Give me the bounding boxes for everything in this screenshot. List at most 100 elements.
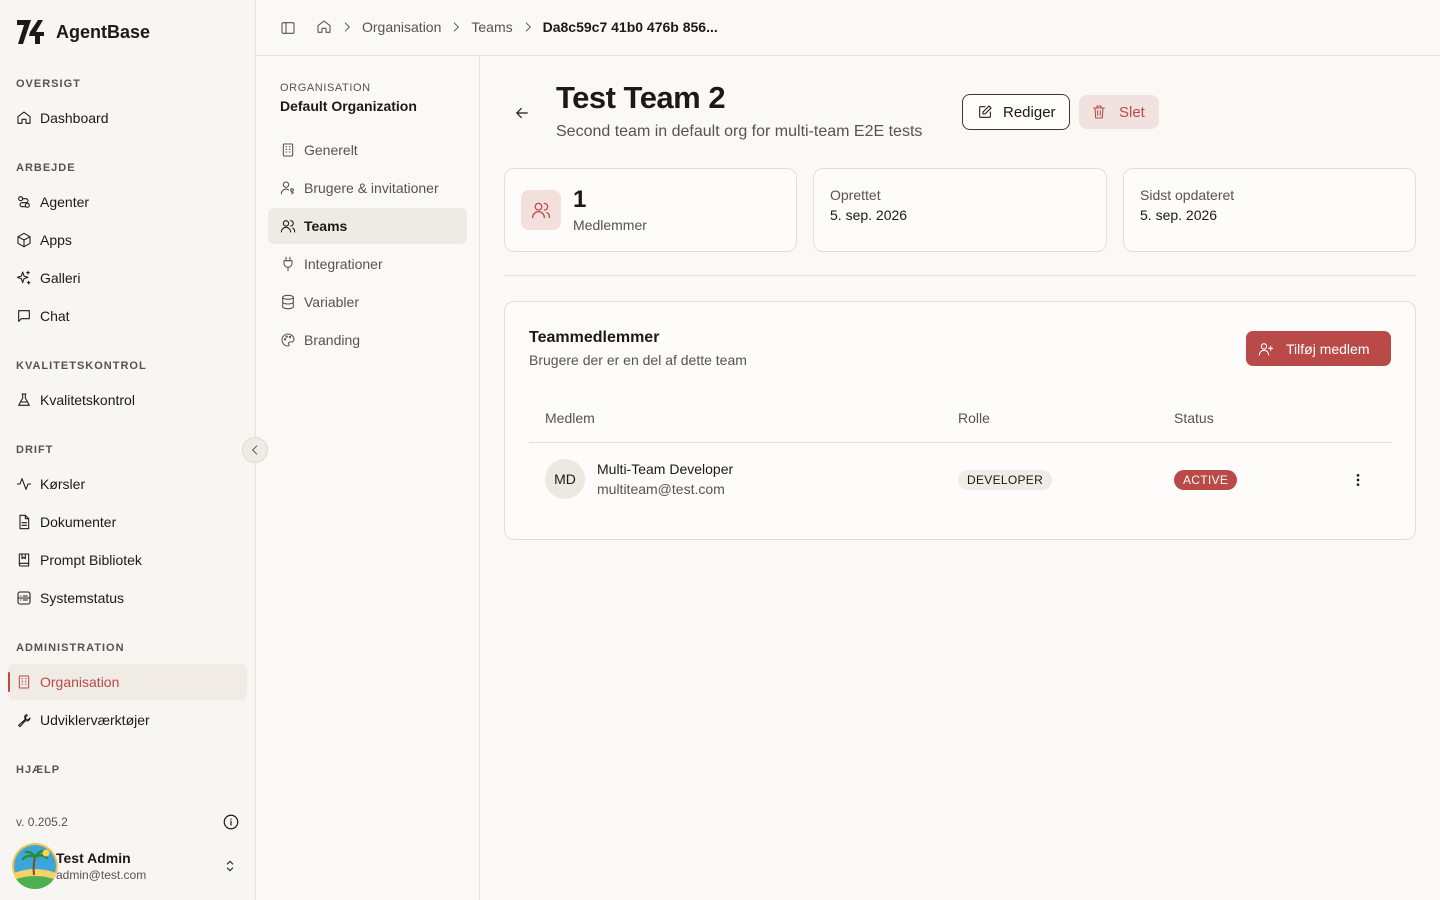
section-label-hjaelp: HJÆLP (16, 764, 61, 776)
sparkles-icon (16, 270, 32, 286)
org-nav-label: Variabler (304, 294, 359, 310)
agentbase-logo-icon (17, 20, 44, 44)
sidebar-item-kvalitetskontrol[interactable]: Kvalitetskontrol (8, 382, 247, 418)
breadcrumb-current: Da8c59c7 41b0 476b 856... (542, 19, 718, 35)
member-email: multiteam@test.com (597, 481, 725, 497)
sidebar-item-label: Organisation (40, 674, 120, 690)
stat-card-updated: Sidst opdateret 5. sep. 2026 (1123, 168, 1416, 252)
chevron-right-icon (521, 20, 535, 34)
org-nav-label: Generelt (304, 142, 358, 158)
sidebar-item-udviklervaerktojer[interactable]: Udviklerværktøjer (8, 702, 247, 738)
collapse-sidebar-button[interactable] (242, 437, 268, 463)
sidebar: AgentBase OVERSIGT Dashboard ARBEJDE Age… (0, 0, 256, 900)
add-member-button[interactable]: Tilføj medlem (1246, 331, 1391, 366)
sidebar-item-prompt-bibliotek[interactable]: Prompt Bibliotek (8, 542, 247, 578)
add-member-label: Tilføj medlem (1286, 340, 1370, 357)
building-icon (280, 142, 296, 158)
section-label-oversigt: OVERSIGT (16, 78, 81, 90)
org-nav-overline: ORGANISATION (280, 82, 371, 94)
edit-button-label: Rediger (1003, 103, 1056, 121)
org-nav-label: Teams (304, 218, 348, 234)
org-nav-item-brugere[interactable]: Brugere & invitationer (268, 170, 467, 206)
sidebar-item-label: Kvalitetskontrol (40, 392, 135, 408)
users-icon (521, 190, 561, 230)
edit-button[interactable]: Rediger (962, 94, 1070, 130)
org-nav-label: Integrationer (304, 256, 383, 272)
sidebar-item-agenter[interactable]: Agenter (8, 184, 247, 220)
user-key-icon (280, 180, 296, 196)
members-count: 1 (573, 186, 587, 213)
sidebar-item-label: Kørsler (40, 476, 86, 492)
team-members-card: Teammedlemmer Brugere der er en del af d… (504, 301, 1416, 540)
back-arrow-icon[interactable] (512, 103, 532, 123)
members-label: Medlemmer (573, 217, 647, 233)
activity-icon (16, 476, 32, 492)
brand[interactable]: AgentBase (16, 18, 150, 46)
organisation-nav: ORGANISATION Default Organization Genere… (256, 56, 480, 900)
sidebar-item-dokumenter[interactable]: Dokumenter (8, 504, 247, 540)
panel-toggle-icon[interactable] (280, 20, 296, 36)
stat-card-members: 1 Medlemmer (504, 168, 797, 252)
sidebar-item-apps[interactable]: Apps (8, 222, 247, 258)
box-icon (16, 232, 32, 248)
user-menu[interactable]: Test Admin admin@test.com (12, 842, 248, 890)
card-title: Teammedlemmer (529, 329, 660, 346)
info-icon[interactable] (222, 813, 240, 831)
sidebar-item-korsler[interactable]: Kørsler (8, 466, 247, 502)
column-header-role: Rolle (958, 410, 990, 426)
document-icon (16, 514, 32, 530)
status-badge: ACTIVE (1174, 470, 1238, 490)
brand-name: AgentBase (56, 21, 151, 42)
sidebar-item-systemstatus[interactable]: Systemstatus (8, 580, 247, 616)
chevron-left-icon (248, 443, 262, 457)
chevron-right-icon (449, 20, 463, 34)
role-badge: DEVELOPER (958, 470, 1053, 490)
more-vertical-icon[interactable] (1350, 472, 1366, 488)
column-header-member: Medlem (545, 410, 595, 426)
org-nav-item-branding[interactable]: Branding (268, 322, 467, 358)
team-description: Second team in default org for multi-tea… (556, 123, 923, 140)
org-nav-item-teams[interactable]: Teams (268, 208, 467, 244)
divider (504, 275, 1416, 276)
sidebar-item-galleri[interactable]: Galleri (8, 260, 247, 296)
section-label-kvalitetskontrol: KVALITETSKONTROL (16, 360, 147, 372)
breadcrumb-organisation[interactable]: Organisation (362, 19, 441, 35)
breadcrumb: Organisation Teams Da8c59c7 41b0 476b 85… (316, 19, 718, 35)
sidebar-item-dashboard[interactable]: Dashboard (8, 100, 247, 136)
org-nav-label: Brugere & invitationer (304, 180, 439, 196)
breadcrumb-teams[interactable]: Teams (471, 19, 512, 35)
card-subtitle: Brugere der er en del af dette team (529, 352, 747, 368)
home-icon[interactable] (316, 19, 332, 35)
page-title: Test Team 2 (556, 80, 726, 115)
created-label: Oprettet (830, 187, 881, 203)
agents-icon (16, 194, 32, 210)
updated-value: 5. sep. 2026 (1140, 207, 1218, 223)
org-nav-label: Branding (304, 332, 361, 348)
avatar: MD (545, 459, 585, 499)
sidebar-item-label: Chat (40, 308, 70, 324)
section-label-arbejde: ARBEJDE (16, 162, 76, 174)
delete-button-label: Slet (1119, 103, 1145, 121)
app-version: v. 0.205.2 (16, 815, 68, 829)
org-nav-item-generelt[interactable]: Generelt (268, 132, 467, 168)
stat-card-created: Oprettet 5. sep. 2026 (813, 168, 1107, 252)
sidebar-item-label: Apps (40, 232, 72, 248)
user-email: admin@test.com (56, 868, 147, 882)
org-nav-item-integrationer[interactable]: Integrationer (268, 246, 467, 282)
sidebar-item-chat[interactable]: Chat (8, 298, 247, 334)
chat-icon (16, 308, 32, 324)
chevron-right-icon (340, 20, 354, 34)
sidebar-item-label: Dokumenter (40, 514, 117, 530)
sidebar-item-organisation[interactable]: Organisation (8, 664, 247, 700)
plug-icon (280, 256, 296, 272)
created-value: 5. sep. 2026 (830, 207, 908, 223)
sidebar-item-label: Agenter (40, 194, 90, 210)
user-plus-icon (1258, 341, 1274, 357)
org-nav-item-variabler[interactable]: Variabler (268, 284, 467, 320)
trash-icon (1091, 104, 1107, 120)
updated-label: Sidst opdateret (1140, 187, 1235, 203)
palette-icon (280, 332, 296, 348)
delete-button[interactable]: Slet (1079, 95, 1159, 129)
section-label-administration: ADMINISTRATION (16, 642, 125, 654)
user-info: Test Admin admin@test.com (56, 850, 146, 882)
